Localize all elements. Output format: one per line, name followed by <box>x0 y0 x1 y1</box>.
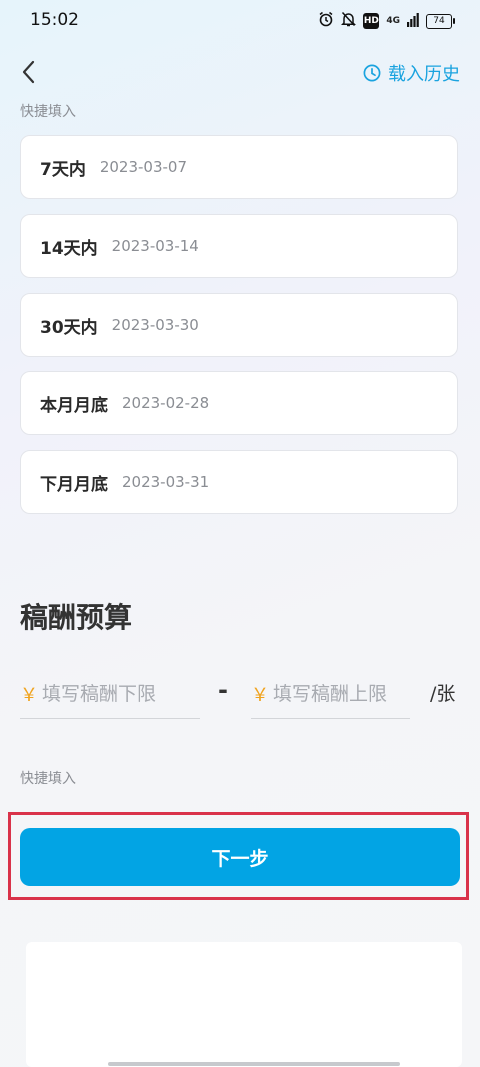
quick-fill-option-30-days[interactable]: 30天内 2023-03-30 <box>20 293 458 357</box>
option-label: 7天内 <box>40 159 86 180</box>
load-history-button[interactable]: 载入历史 <box>363 60 460 86</box>
next-step-button[interactable]: 下一步 <box>20 828 460 886</box>
network-type: 4G <box>386 15 400 26</box>
budget-max-input[interactable] <box>273 683 405 705</box>
option-date: 2023-02-28 <box>122 394 210 412</box>
option-date: 2023-03-31 <box>122 473 210 491</box>
option-label: 14天内 <box>40 238 98 259</box>
home-indicator[interactable] <box>108 1062 400 1066</box>
quick-fill-label: 快捷填入 <box>20 104 76 120</box>
bell-muted-icon <box>341 11 357 31</box>
range-separator: - <box>218 676 228 704</box>
option-label: 30天内 <box>40 317 98 338</box>
clock-icon <box>363 64 381 82</box>
budget-title: 稿酬预算 <box>20 601 133 634</box>
hd-icon: HD <box>363 13 380 29</box>
budget-max-field: ￥ <box>251 670 410 719</box>
currency-icon: ￥ <box>20 685 38 706</box>
quick-fill-option-month-end[interactable]: 本月月底 2023-02-28 <box>20 371 458 435</box>
quick-fill-option-next-month-end[interactable]: 下月月底 2023-03-31 <box>20 450 458 514</box>
back-button[interactable] <box>14 56 42 88</box>
option-date: 2023-03-14 <box>111 237 199 255</box>
option-label: 下月月底 <box>40 474 108 495</box>
budget-min-field: ￥ <box>20 670 200 719</box>
option-date: 2023-03-30 <box>111 316 199 334</box>
alarm-icon <box>318 11 334 31</box>
status-icons: HD 4G 74 <box>318 10 455 32</box>
quick-fill-option-14-days[interactable]: 14天内 2023-03-14 <box>20 214 458 278</box>
currency-icon: ￥ <box>251 685 269 706</box>
chevron-left-icon <box>22 60 35 84</box>
signal-icon <box>407 12 419 31</box>
load-history-label: 载入历史 <box>388 64 460 85</box>
quick-fill-option-7-days[interactable]: 7天内 2023-03-07 <box>20 135 458 199</box>
option-date: 2023-03-07 <box>99 158 188 176</box>
budget-unit: /张 <box>430 683 456 705</box>
status-time: 15:02 <box>30 10 79 30</box>
budget-quick-fill-label: 快捷填入 <box>20 771 76 787</box>
battery-icon: 74 <box>426 13 455 29</box>
budget-min-input[interactable] <box>42 683 192 705</box>
option-label: 本月月底 <box>40 395 108 416</box>
bottom-card <box>26 942 462 1067</box>
status-bar: 15:02 HD 4G 74 <box>0 0 480 40</box>
